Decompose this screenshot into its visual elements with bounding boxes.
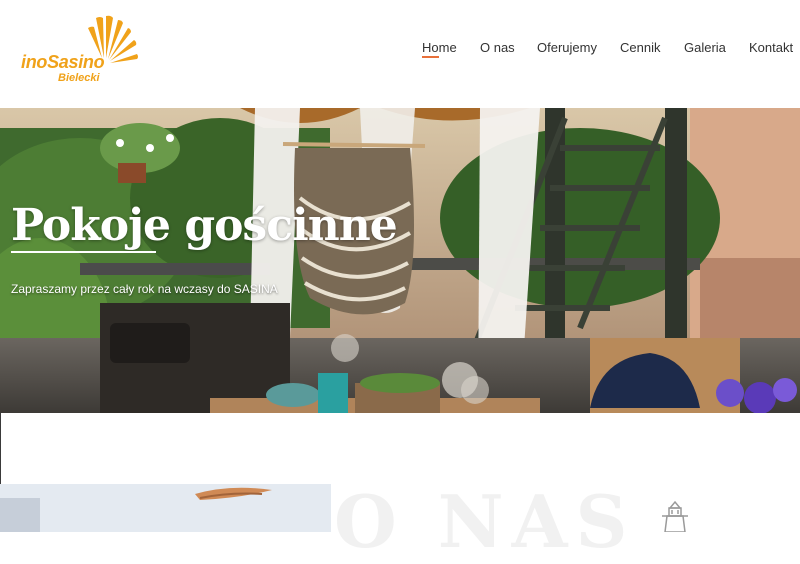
about-photo-image <box>0 484 331 532</box>
about-section-photo <box>0 484 331 532</box>
site-header: inoSasino Bielecki Home O nas Oferujemy … <box>0 0 800 108</box>
nav-item-galeria[interactable]: Galeria <box>684 40 726 55</box>
nav-item-o-nas[interactable]: O nas <box>480 40 515 55</box>
hero-banner: Pokoje gościnne Zapraszamy przez cały ro… <box>0 108 800 413</box>
main-navigation: Home O nas Oferujemy Cennik Galeria Kont… <box>0 40 800 64</box>
hero-subtitle: Zapraszamy przez cały rok na wczasy do S… <box>11 282 278 296</box>
nav-item-home[interactable]: Home <box>422 40 457 58</box>
about-heading-watermark: O NAS <box>334 479 636 564</box>
nav-item-oferujemy[interactable]: Oferujemy <box>537 40 597 55</box>
lighthouse-icon <box>662 500 688 532</box>
hero-title-underline <box>11 251 156 253</box>
nav-item-kontakt[interactable]: Kontakt <box>749 40 793 55</box>
hero-background-photo <box>0 108 800 413</box>
nav-item-cennik[interactable]: Cennik <box>620 40 660 55</box>
logo-subtext: Bielecki <box>58 72 100 84</box>
hero-title: Pokoje gościnne <box>11 200 398 251</box>
